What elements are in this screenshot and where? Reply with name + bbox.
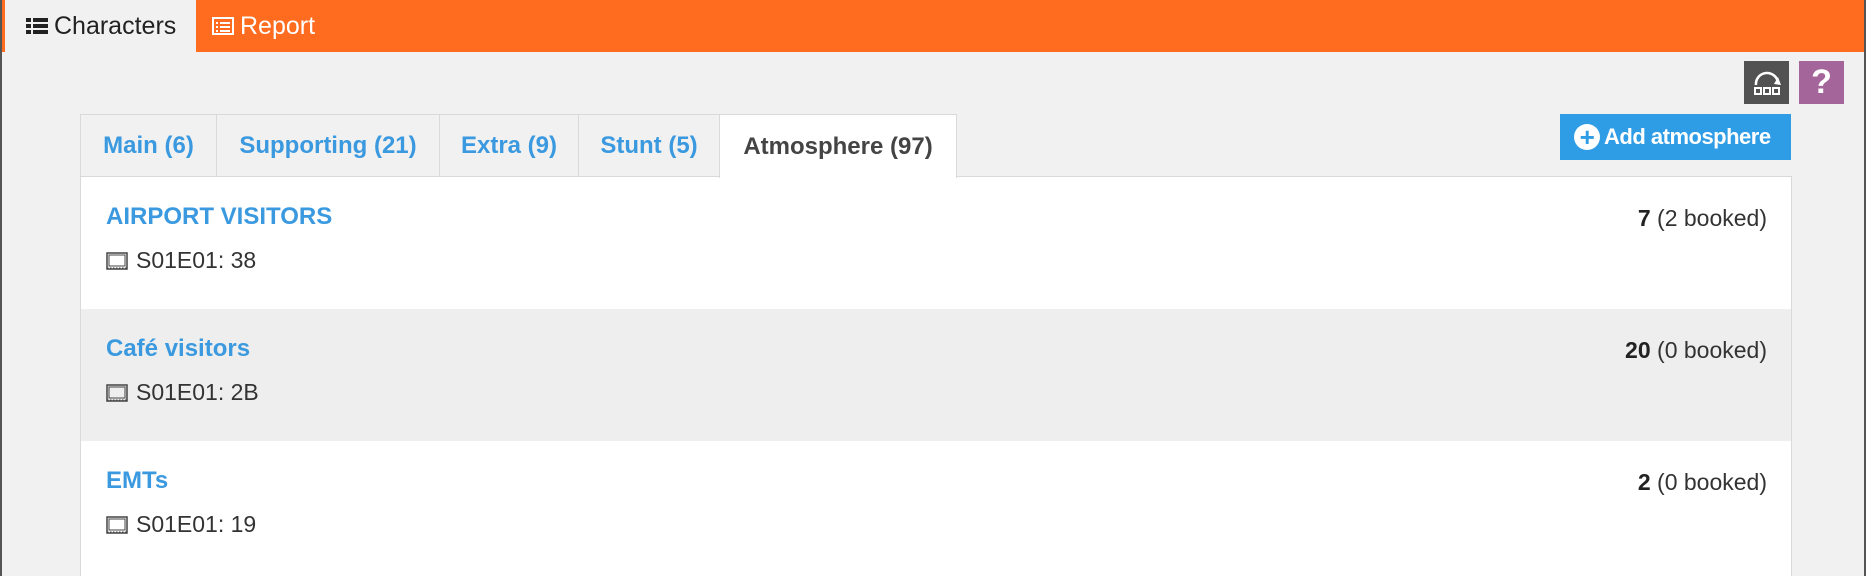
scene-label: S01E01: 38	[136, 247, 257, 273]
top-tab-label: Report	[240, 11, 316, 40]
scene-label: S01E01: 19	[136, 511, 257, 537]
list-item: Café visitors S01E01: 2B 20 (0 booked)	[81, 309, 1791, 441]
tab-label: Stunt (5)	[600, 132, 698, 159]
tab-supporting[interactable]: Supporting (21)	[216, 114, 440, 177]
plus-circle-icon: +	[1574, 124, 1600, 150]
tab-label: Atmosphere (97)	[743, 132, 933, 160]
category-tabs: Main (6) Supporting (21) Extra (9) Stunt…	[80, 114, 957, 178]
character-name-link[interactable]: EMTs	[106, 467, 168, 495]
tab-main[interactable]: Main (6)	[80, 114, 217, 177]
tab-label: Main (6)	[103, 132, 194, 159]
help-icon: ?	[1811, 63, 1832, 101]
tab-stunt[interactable]: Stunt (5)	[578, 114, 720, 177]
booked-value: (0 booked)	[1657, 469, 1767, 495]
top-tab-label: Characters	[54, 11, 177, 40]
tab-extra[interactable]: Extra (9)	[439, 114, 579, 177]
top-tab-bar: Characters Report	[2, 0, 1864, 52]
booked-value: (0 booked)	[1657, 337, 1767, 363]
count-info: 7 (2 booked)	[1638, 205, 1767, 232]
film-icon	[106, 383, 128, 402]
list-item: EMTs S01E01: 19 2 (0 booked)	[81, 441, 1791, 573]
top-tab-report[interactable]: Report	[212, 0, 315, 52]
film-icon	[106, 515, 128, 534]
scene-ref: S01E01: 2B	[106, 379, 259, 406]
help-button[interactable]: ?	[1799, 61, 1844, 104]
film-icon	[106, 251, 128, 270]
count-value: 2	[1637, 469, 1651, 495]
list-icon	[26, 18, 48, 34]
character-name-link[interactable]: AIRPORT VISITORS	[106, 203, 332, 231]
count-info: 20 (0 booked)	[1625, 337, 1767, 364]
sync-icon	[1753, 71, 1781, 95]
list-item: AIRPORT VISITORS S01E01: 38 7 (2 booked)	[81, 177, 1791, 309]
add-atmosphere-button[interactable]: + Add atmosphere	[1560, 114, 1791, 160]
character-list: AIRPORT VISITORS S01E01: 38 7 (2 booked)…	[80, 176, 1792, 576]
scene-label: S01E01: 2B	[136, 379, 259, 405]
tab-label: Supporting (21)	[239, 132, 417, 159]
scene-ref: S01E01: 19	[106, 511, 256, 538]
count-info: 2 (0 booked)	[1638, 469, 1767, 496]
tab-atmosphere[interactable]: Atmosphere (97)	[719, 114, 957, 178]
scene-ref: S01E01: 38	[106, 247, 256, 274]
report-icon	[212, 17, 234, 35]
count-value: 7	[1637, 205, 1651, 231]
sync-button[interactable]	[1744, 61, 1789, 104]
booked-value: (2 booked)	[1657, 205, 1767, 231]
character-name-link[interactable]: Café visitors	[106, 335, 250, 363]
top-tab-characters[interactable]: Characters	[5, 0, 196, 52]
count-value: 20	[1625, 337, 1651, 363]
tab-label: Extra (9)	[460, 132, 558, 159]
add-button-label: Add atmosphere	[1604, 124, 1771, 149]
